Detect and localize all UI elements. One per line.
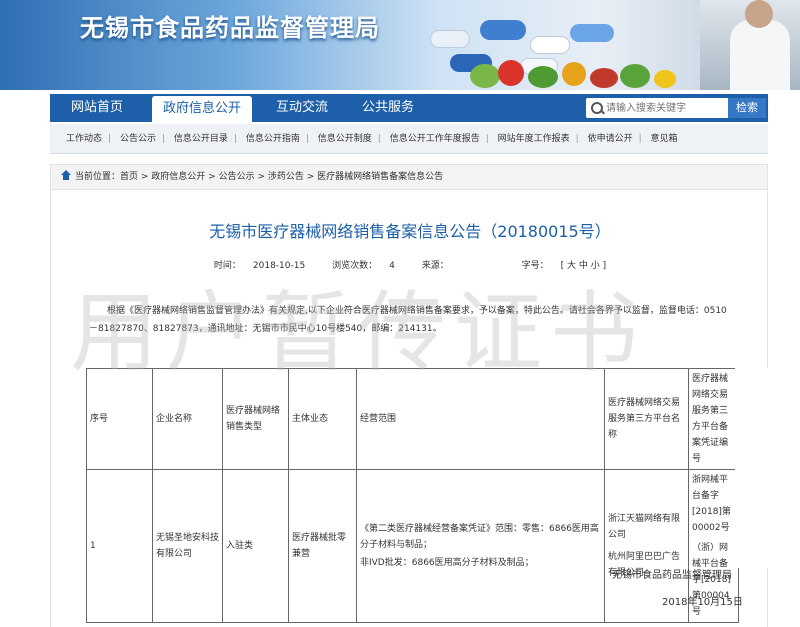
article-views: 4 [389,261,395,271]
subnav-item-guide[interactable]: 信息公开指南 [246,134,300,144]
tab-gov-info[interactable]: 政府信息公开 [152,96,252,122]
th-company: 企业名称 [152,368,223,470]
cell-scope: 《第二类医疗器械经营备案凭证》范围：零售：6866医用高分子材料与制品； 非IV… [356,469,605,623]
article-title: 无锡市医疗器械网络销售备案信息公告（20180015号） [209,222,611,241]
cell-no: 1 [86,469,153,623]
search-icon [590,101,604,115]
tab-public-service[interactable]: 公共服务 [354,94,422,122]
subnav-item-annual-report[interactable]: 信息公开工作年度报告 [390,134,480,144]
subnav-item-rules[interactable]: 信息公开制度 [318,134,372,144]
subnav-item-request[interactable]: 依申请公开 [588,134,633,144]
th-business: 主体业态 [288,368,357,470]
main-nav: 网站首页 政府信息公开 互动交流 公共服务 检索 [50,94,768,122]
th-platform: 医疗器械网络交易服务第三方平台名称 [604,368,689,470]
cell-type: 入驻类 [222,469,289,623]
article-paragraph: 根据《医疗器械网络销售监督管理办法》有关规定,以下企业符合医疗器械网络销售备案要… [89,306,727,334]
tab-interaction[interactable]: 互动交流 [270,94,334,122]
subnav-item-work-news[interactable]: 工作动态 [66,134,102,144]
footer-org: 无锡市食品药品监督管理局 [612,570,732,581]
home-icon [61,170,71,180]
th-no: 序号 [86,368,153,470]
filing-table: 序号 企业名称 医疗器械网络销售类型 主体业态 经营范围 医疗器械网络交易服务第… [86,368,739,623]
table-row: 1 无锡圣地安科技有限公司 入驻类 医疗器械批零兼营 《第二类医疗器械经营备案凭… [86,469,739,623]
banner-vegetables-image [470,50,700,90]
tab-home[interactable]: 网站首页 [62,94,132,122]
table-header-row: 序号 企业名称 医疗器械网络销售类型 主体业态 经营范围 医疗器械网络交易服务第… [86,368,739,470]
search-box [586,98,746,118]
scope-line-2: 非IVD批发：6866医用高分子材料及制品； [360,558,534,568]
footer-date: 2018年10月15日 [662,597,743,608]
breadcrumb-announcements[interactable]: 公告公示 [219,172,255,182]
sub-nav: 工作动态 | 公告公示 | 信息公开目录 | 信息公开指南 | 信息公开制度 | 信息公开… [50,124,768,154]
article-meta: 时间： 2018-10-15 浏览次数： 4 来源： 字号：[ 大 中 小 ] [213,261,607,271]
site-title: 无锡市食品药品监督管理局 [80,14,380,42]
site-banner: 无锡市食品药品监督管理局 [0,0,800,90]
breadcrumb: 当前位置：首页 > 政府信息公开 > 公告公示 > 涉药公告 > 医疗器械网络销… [50,164,768,190]
font-size-switcher[interactable]: [ 大 中 小 ] [561,261,606,271]
subnav-item-catalog[interactable]: 信息公开目录 [174,134,228,144]
cell-company: 无锡圣地安科技有限公司 [152,469,223,623]
subnav-item-feedback[interactable]: 意见箱 [651,134,678,144]
cert-1: 浙网械平台备字[2018]第00002号 [692,475,731,533]
search-button[interactable]: 检索 [728,98,766,118]
banner-scientist-image [700,0,800,90]
subnav-item-annual-stats[interactable]: 网站年度工作报表 [498,134,570,144]
scope-line-1: 《第二类医疗器械经营备案凭证》范围：零售：6866医用高分子材料与制品； [360,524,599,550]
th-type: 医疗器械网络销售类型 [222,368,289,470]
th-scope: 经营范围 [356,368,605,470]
cell-business: 医疗器械批零兼营 [288,469,357,623]
article-time: 2018-10-15 [252,261,306,271]
subnav-item-announcements[interactable]: 公告公示 [120,134,156,144]
breadcrumb-current[interactable]: 医疗器械网络销售备案信息公告 [317,172,443,182]
th-cert: 医疗器械网络交易服务第三方平台备案凭证编号 [688,368,739,470]
search-input[interactable] [606,100,736,116]
breadcrumb-gov-info[interactable]: 政府信息公开 [151,172,205,182]
platform-1: 浙江天猫网络有限公司 [608,514,681,540]
breadcrumb-home[interactable]: 首页 [120,172,138,182]
breadcrumb-drug-notices[interactable]: 涉药公告 [268,172,304,182]
breadcrumb-prefix: 当前位置： [75,172,121,182]
content-clip [735,368,800,568]
